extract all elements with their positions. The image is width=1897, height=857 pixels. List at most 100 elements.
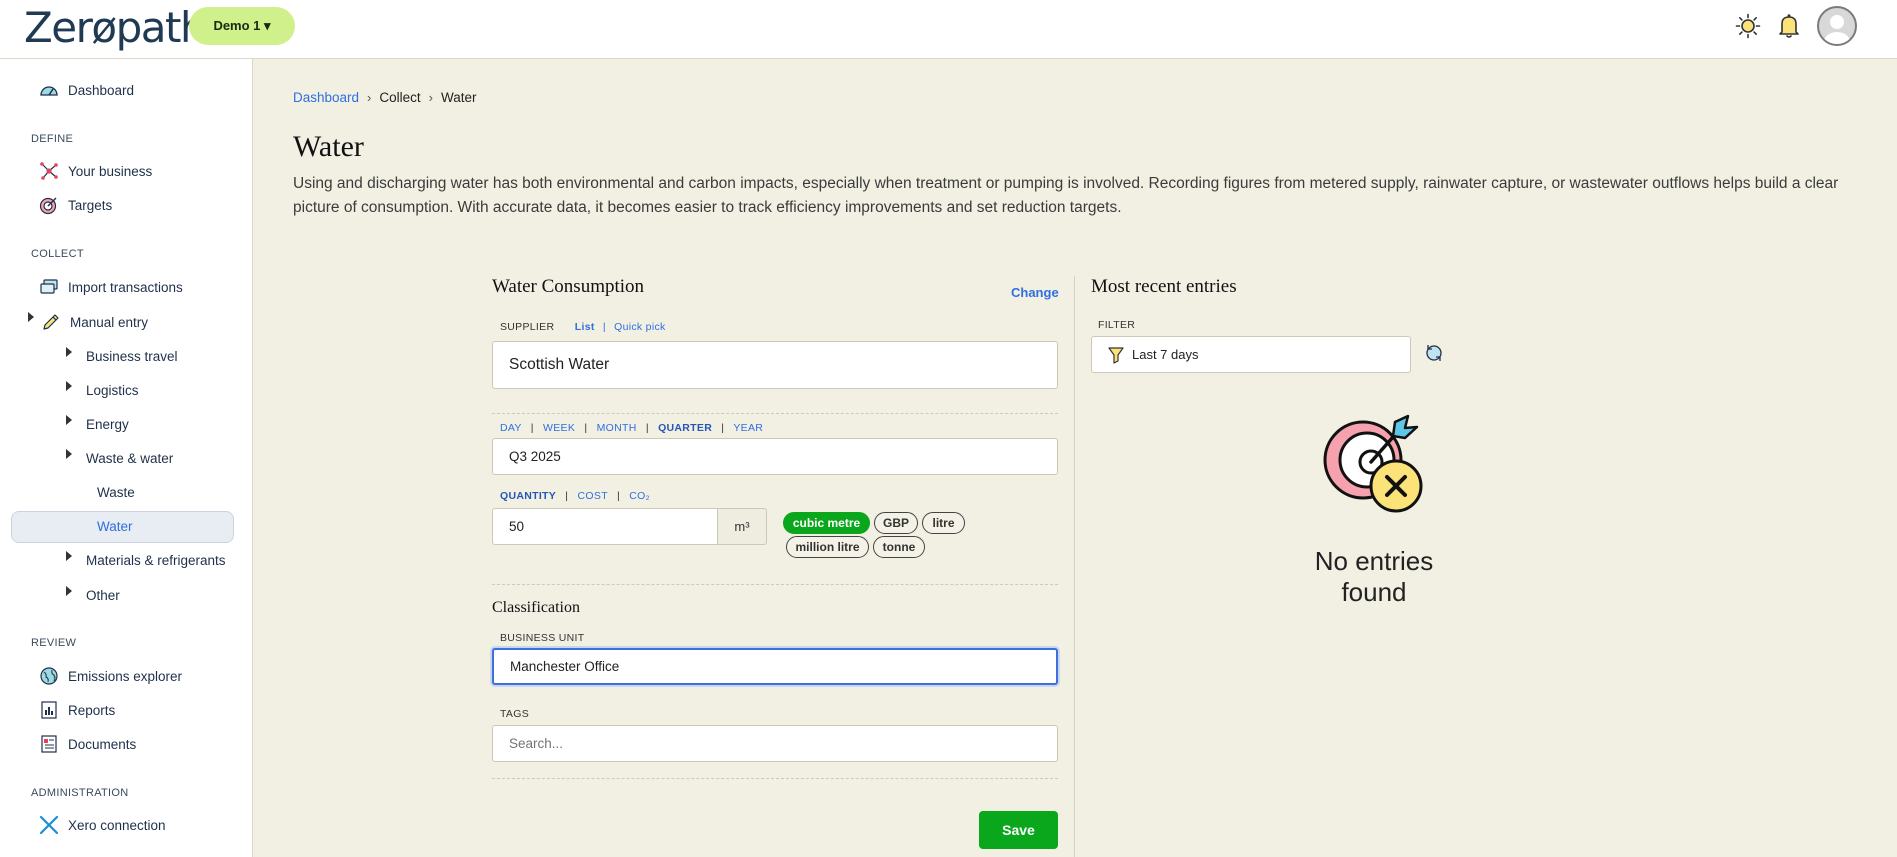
bar-chart-report-icon — [39, 700, 59, 720]
top-bar: Zerøpath Demo 1 ▾ — [0, 0, 1897, 59]
sidebar-item-materials-refrigerants[interactable]: Materials & refrigerants — [86, 546, 226, 574]
sidebar-item-dashboard[interactable]: Dashboard — [39, 76, 134, 104]
measure-separator: | — [616, 490, 620, 502]
page-title: Water — [293, 130, 364, 163]
measure-tab-quantity[interactable]: QUANTITY — [500, 490, 556, 502]
period-tab-day[interactable]: DAY — [500, 422, 522, 434]
sidebar-section-define: DEFINE — [31, 133, 74, 145]
classification-title: Classification — [492, 599, 580, 616]
section-divider — [492, 584, 1058, 585]
speedometer-icon — [39, 80, 59, 100]
supplier-label-row: SUPPLIER List | Quick pick — [500, 321, 666, 333]
column-divider — [1074, 276, 1075, 857]
sidebar-item-import-transactions[interactable]: Import transactions — [39, 273, 183, 301]
filter-label: FILTER — [1098, 319, 1136, 331]
supplier-list-link[interactable]: List — [575, 321, 595, 333]
materials-expand-icon[interactable] — [66, 551, 72, 561]
sidebar-item-documents[interactable]: Documents — [39, 730, 136, 758]
supplier-quick-pick-link[interactable]: Quick pick — [614, 321, 665, 333]
sidebar-item-manual-entry[interactable]: Manual entry — [41, 308, 148, 336]
recent-entries-title: Most recent entries — [1091, 276, 1237, 297]
breadcrumb: Dashboard › Collect › Water — [293, 90, 477, 105]
sidebar-item-targets[interactable]: Targets — [39, 191, 112, 219]
sidebar-section-review: REVIEW — [31, 637, 77, 649]
tags-label: TAGS — [500, 708, 530, 720]
waste-water-expand-icon[interactable] — [66, 449, 72, 459]
breadcrumb-collect: Collect — [379, 90, 421, 105]
period-separator: | — [721, 422, 725, 434]
sidebar-item-logistics[interactable]: Logistics — [86, 376, 139, 404]
theme-toggle-sun-icon[interactable] — [1734, 12, 1762, 40]
sidebar-item-waste-water[interactable]: Waste & water — [86, 444, 173, 472]
tags-search-input[interactable] — [492, 725, 1058, 762]
change-link[interactable]: Change — [1011, 285, 1059, 300]
period-separator: | — [584, 422, 588, 434]
logistics-expand-icon[interactable] — [66, 381, 72, 391]
user-avatar[interactable] — [1817, 6, 1857, 46]
business-travel-expand-icon[interactable] — [66, 347, 72, 357]
sidebar-item-emissions-explorer[interactable]: Emissions explorer — [39, 662, 182, 690]
unit-option-gbp[interactable]: GBP — [874, 512, 918, 534]
target-icon — [39, 195, 59, 215]
sidebar-section-collect: COLLECT — [31, 248, 84, 260]
page-description: Using and discharging water has both env… — [293, 175, 1839, 216]
unit-option-litre[interactable]: litre — [922, 512, 965, 534]
network-nodes-icon — [39, 161, 59, 181]
stacked-cards-icon — [39, 277, 59, 297]
date-filter-select[interactable]: Last 7 days — [1091, 336, 1411, 373]
sidebar-item-energy[interactable]: Energy — [86, 410, 129, 438]
other-expand-icon[interactable] — [66, 586, 72, 596]
period-select[interactable]: Q3 2025 — [492, 438, 1058, 475]
breadcrumb-separator: › — [428, 90, 433, 105]
globe-icon — [39, 666, 59, 686]
sidebar-item-xero-connection[interactable]: Xero connection — [39, 811, 166, 839]
business-unit-label: BUSINESS UNIT — [500, 632, 585, 644]
document-icon — [39, 734, 59, 754]
no-entries-message: No entries found — [1314, 546, 1434, 607]
energy-expand-icon[interactable] — [66, 415, 72, 425]
unit-option-cubic-metre[interactable]: cubic metre — [783, 512, 870, 534]
period-tab-year[interactable]: YEAR — [733, 422, 763, 434]
manual-entry-expand-icon[interactable] — [28, 312, 34, 322]
zeropath-logo[interactable]: Zerøpath — [24, 4, 207, 52]
sidebar-item-business-travel[interactable]: Business travel — [86, 342, 178, 370]
notifications-bell-icon[interactable] — [1775, 12, 1803, 40]
supplier-label: SUPPLIER — [500, 321, 555, 333]
period-tab-quarter[interactable]: QUARTER — [658, 422, 712, 434]
funnel-filter-icon — [1108, 346, 1124, 367]
measure-tabs: QUANTITY | COST | CO₂ — [500, 490, 650, 502]
sidebar-item-reports[interactable]: Reports — [39, 696, 115, 724]
quantity-unit-addon: m³ — [718, 508, 767, 545]
pencil-icon — [41, 312, 61, 332]
business-unit-select[interactable]: Manchester Office — [492, 648, 1058, 685]
period-separator: | — [530, 422, 534, 434]
sidebar-item-your-business[interactable]: Your business — [39, 157, 152, 185]
measure-tab-cost[interactable]: COST — [578, 490, 608, 502]
no-entries-target-icon — [1321, 412, 1427, 521]
measure-separator: | — [565, 490, 569, 502]
sidebar-item-water[interactable]: Water — [97, 512, 133, 540]
xero-x-icon — [39, 815, 59, 835]
quantity-input[interactable]: 50 — [492, 508, 718, 545]
period-separator: | — [645, 422, 649, 434]
period-tabs: DAY | WEEK | MONTH | QUARTER | YEAR — [500, 422, 763, 434]
sidebar-section-administration: ADMINISTRATION — [31, 787, 129, 799]
supplier-select[interactable]: Scottish Water — [492, 341, 1058, 389]
supplier-mode-separator: | — [602, 321, 606, 333]
unit-option-tonne[interactable]: tonne — [873, 536, 925, 558]
measure-tab-co2[interactable]: CO₂ — [629, 490, 650, 502]
breadcrumb-dashboard-link[interactable]: Dashboard — [293, 90, 359, 105]
sidebar: Dashboard DEFINE Your business Targets C… — [0, 59, 253, 857]
water-consumption-title: Water Consumption — [492, 276, 645, 297]
unit-option-million-litre[interactable]: million litre — [786, 536, 869, 558]
breadcrumb-separator: › — [367, 90, 372, 105]
refresh-icon[interactable] — [1424, 343, 1444, 368]
section-divider — [492, 413, 1058, 414]
sidebar-item-waste[interactable]: Waste — [97, 478, 135, 506]
period-tab-month[interactable]: MONTH — [597, 422, 637, 434]
organisation-switcher-button[interactable]: Demo 1 ▾ — [189, 7, 295, 45]
period-tab-week[interactable]: WEEK — [543, 422, 575, 434]
sidebar-item-other[interactable]: Other — [86, 581, 120, 609]
section-divider — [492, 778, 1058, 779]
save-button[interactable]: Save — [979, 811, 1058, 849]
